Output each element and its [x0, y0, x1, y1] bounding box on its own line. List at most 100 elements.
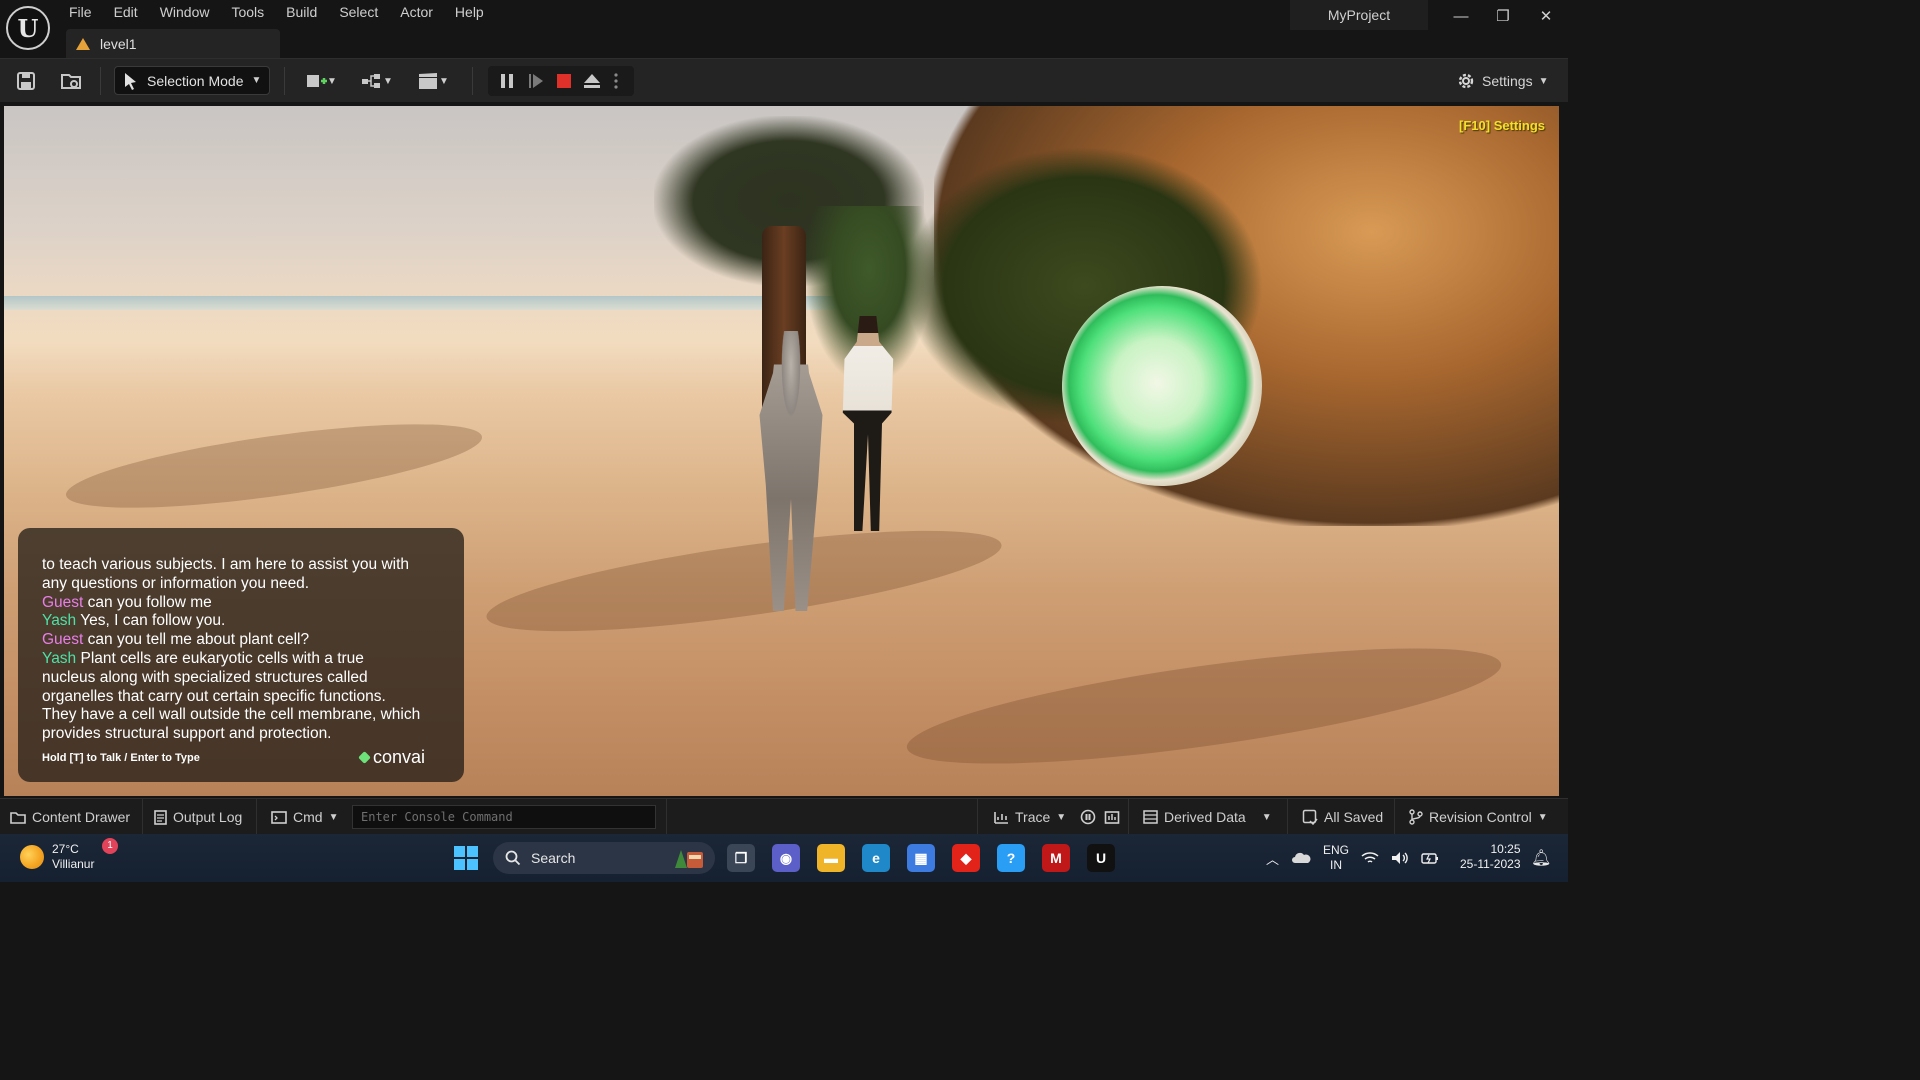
microsoft-store-icon[interactable]: ▦ [907, 844, 935, 872]
menu-file[interactable]: File [58, 0, 103, 26]
settings-label: Settings [1482, 73, 1533, 89]
selection-mode-dropdown[interactable]: Selection Mode ▼ [114, 66, 270, 95]
taskbar-search[interactable]: Search [493, 842, 715, 874]
chevron-down-icon: ▼ [1261, 811, 1272, 823]
menu-tools[interactable]: Tools [220, 0, 275, 26]
windows-taskbar: 27°C Villianur 1 Search ❐ ◉ ▬ e ▦ ◆? M U ︿ ENG … [0, 834, 1568, 882]
eject-icon[interactable] [581, 70, 603, 92]
onedrive-icon[interactable] [1291, 850, 1311, 866]
title-bar: U File Edit Window Tools Build Select Ac… [0, 0, 1568, 58]
blueprint-icon[interactable]: ▼ [358, 69, 396, 93]
mcafee-icon[interactable]: M [1042, 844, 1070, 872]
chat-line: Yash Yes, I can follow you. [42, 612, 452, 631]
convai-brand: convai [373, 747, 426, 767]
snapshot-icon [1104, 811, 1120, 824]
system-clock[interactable]: 10:25 25-11-2023 [1460, 842, 1521, 872]
editor-status-bar: Content Drawer Output Log Cmd ▼ Trace ▼ [0, 798, 1568, 835]
menu-build[interactable]: Build [275, 0, 328, 26]
content-browser-icon[interactable] [58, 69, 84, 93]
derived-data-dropdown[interactable]: Derived Data ▼ [1143, 799, 1272, 835]
weather-widget[interactable]: 27°C Villianur [20, 842, 94, 872]
restore-button[interactable]: ❐ [1489, 6, 1517, 28]
unreal-editor-window: U File Edit Window Tools Build Select Ac… [0, 0, 1568, 882]
minimize-button[interactable]: — [1447, 6, 1475, 28]
task-view-icon[interactable]: ❐ [727, 844, 755, 872]
notification-bell-icon[interactable]: 🔔︎ [1531, 848, 1551, 868]
output-log-label: Output Log [173, 809, 243, 825]
battery-icon[interactable] [1421, 851, 1439, 865]
teams-chat-icon[interactable]: ◉ [772, 844, 800, 872]
notification-badge: 1 [102, 838, 118, 854]
more-options-icon[interactable] [609, 70, 623, 92]
lang-top: ENG [1323, 843, 1350, 857]
search-icon [505, 850, 521, 866]
content-drawer-button[interactable]: Content Drawer [10, 799, 130, 835]
output-log-button[interactable]: Output Log [154, 799, 242, 835]
search-highlight-icon [675, 850, 703, 868]
chat-line: Guest can you tell me about plant cell? [42, 631, 452, 650]
settings-dropdown[interactable]: Settings ▼ [1456, 69, 1549, 93]
chat-line: Guest can you follow me [42, 594, 452, 613]
start-button[interactable] [454, 846, 478, 870]
chat-line: organelles that carry out certain specif… [42, 688, 452, 707]
edge-icon[interactable]: e [862, 844, 890, 872]
revision-control-label: Revision Control [1429, 809, 1532, 825]
record-button[interactable] [1080, 799, 1096, 835]
toolbar-separator [472, 67, 473, 95]
all-saved-label: All Saved [1324, 809, 1384, 825]
stop-icon[interactable] [553, 70, 575, 92]
close-button[interactable]: ✕ [1532, 6, 1560, 28]
volume-icon[interactable] [1391, 851, 1409, 865]
language-indicator[interactable]: ENG IN [1323, 843, 1349, 873]
menu-edit[interactable]: Edit [103, 0, 149, 26]
anydesk-icon[interactable]: ◆ [952, 844, 980, 872]
menu-actor[interactable]: Actor [389, 0, 444, 26]
unreal-engine-icon[interactable]: U [1087, 844, 1115, 872]
level-viewport[interactable]: [F10] Settings to teach various subjects… [4, 106, 1559, 796]
screenshot-button[interactable] [1104, 799, 1120, 835]
save-icon[interactable] [13, 69, 39, 93]
chevron-up-icon[interactable]: ︿ [1266, 849, 1279, 868]
sand-shadow [481, 510, 1007, 652]
project-name: MyProject [1290, 0, 1428, 30]
help-icon[interactable]: ? [997, 844, 1025, 872]
derived-data-label: Derived Data [1164, 809, 1246, 825]
toolbar-separator [284, 67, 285, 95]
weather-text: 27°C Villianur [52, 842, 94, 872]
status-separator [256, 799, 257, 835]
revision-control-dropdown[interactable]: Revision Control ▼ [1409, 799, 1548, 835]
skip-frame-icon[interactable] [525, 70, 547, 92]
menu-select[interactable]: Select [328, 0, 389, 26]
pause-icon[interactable] [496, 70, 518, 92]
chat-line: provides structural support and protecti… [42, 725, 452, 744]
play-controls [488, 66, 634, 96]
cinematics-icon[interactable]: ▼ [414, 69, 452, 93]
console-command-input[interactable] [352, 805, 656, 829]
trace-dropdown[interactable]: Trace ▼ [993, 799, 1066, 835]
all-saved-button[interactable]: All Saved [1302, 799, 1383, 835]
derived-data-icon [1143, 810, 1158, 824]
convai-logo: convai [358, 747, 426, 768]
wifi-icon[interactable] [1361, 851, 1379, 865]
chat-transcript: to teach various subjects. I am here to … [42, 556, 452, 744]
chat-line: any questions or information you need. [42, 575, 452, 594]
weather-location: Villianur [52, 857, 95, 871]
level-tab[interactable]: level1 [66, 29, 280, 58]
chat-text: can you tell me about plant cell? [87, 631, 310, 649]
lang-bottom: IN [1330, 858, 1343, 872]
cmd-label: Cmd [293, 809, 323, 825]
cmd-dropdown[interactable]: Cmd ▼ [271, 799, 338, 835]
main-toolbar: Selection Mode ▼ ▼ ▼ ▼ Settings ▼ [0, 58, 1568, 102]
file-explorer-icon[interactable]: ▬ [817, 844, 845, 872]
menu-help[interactable]: Help [444, 0, 495, 26]
chat-text: Plant cells are eukaryotic cells with a … [80, 649, 364, 667]
menu-window[interactable]: Window [149, 0, 221, 26]
add-actor-icon[interactable]: ▼ [302, 69, 340, 93]
talk-hint: Hold [T] to Talk / Enter to Type [42, 752, 200, 764]
clock-time: 10:25 [1490, 842, 1521, 856]
output-log-icon [154, 809, 167, 825]
unreal-logo-icon[interactable]: U [6, 6, 50, 50]
chevron-down-icon: ▼ [1056, 811, 1067, 823]
status-separator [1394, 799, 1395, 835]
toolbar-separator [100, 67, 101, 95]
